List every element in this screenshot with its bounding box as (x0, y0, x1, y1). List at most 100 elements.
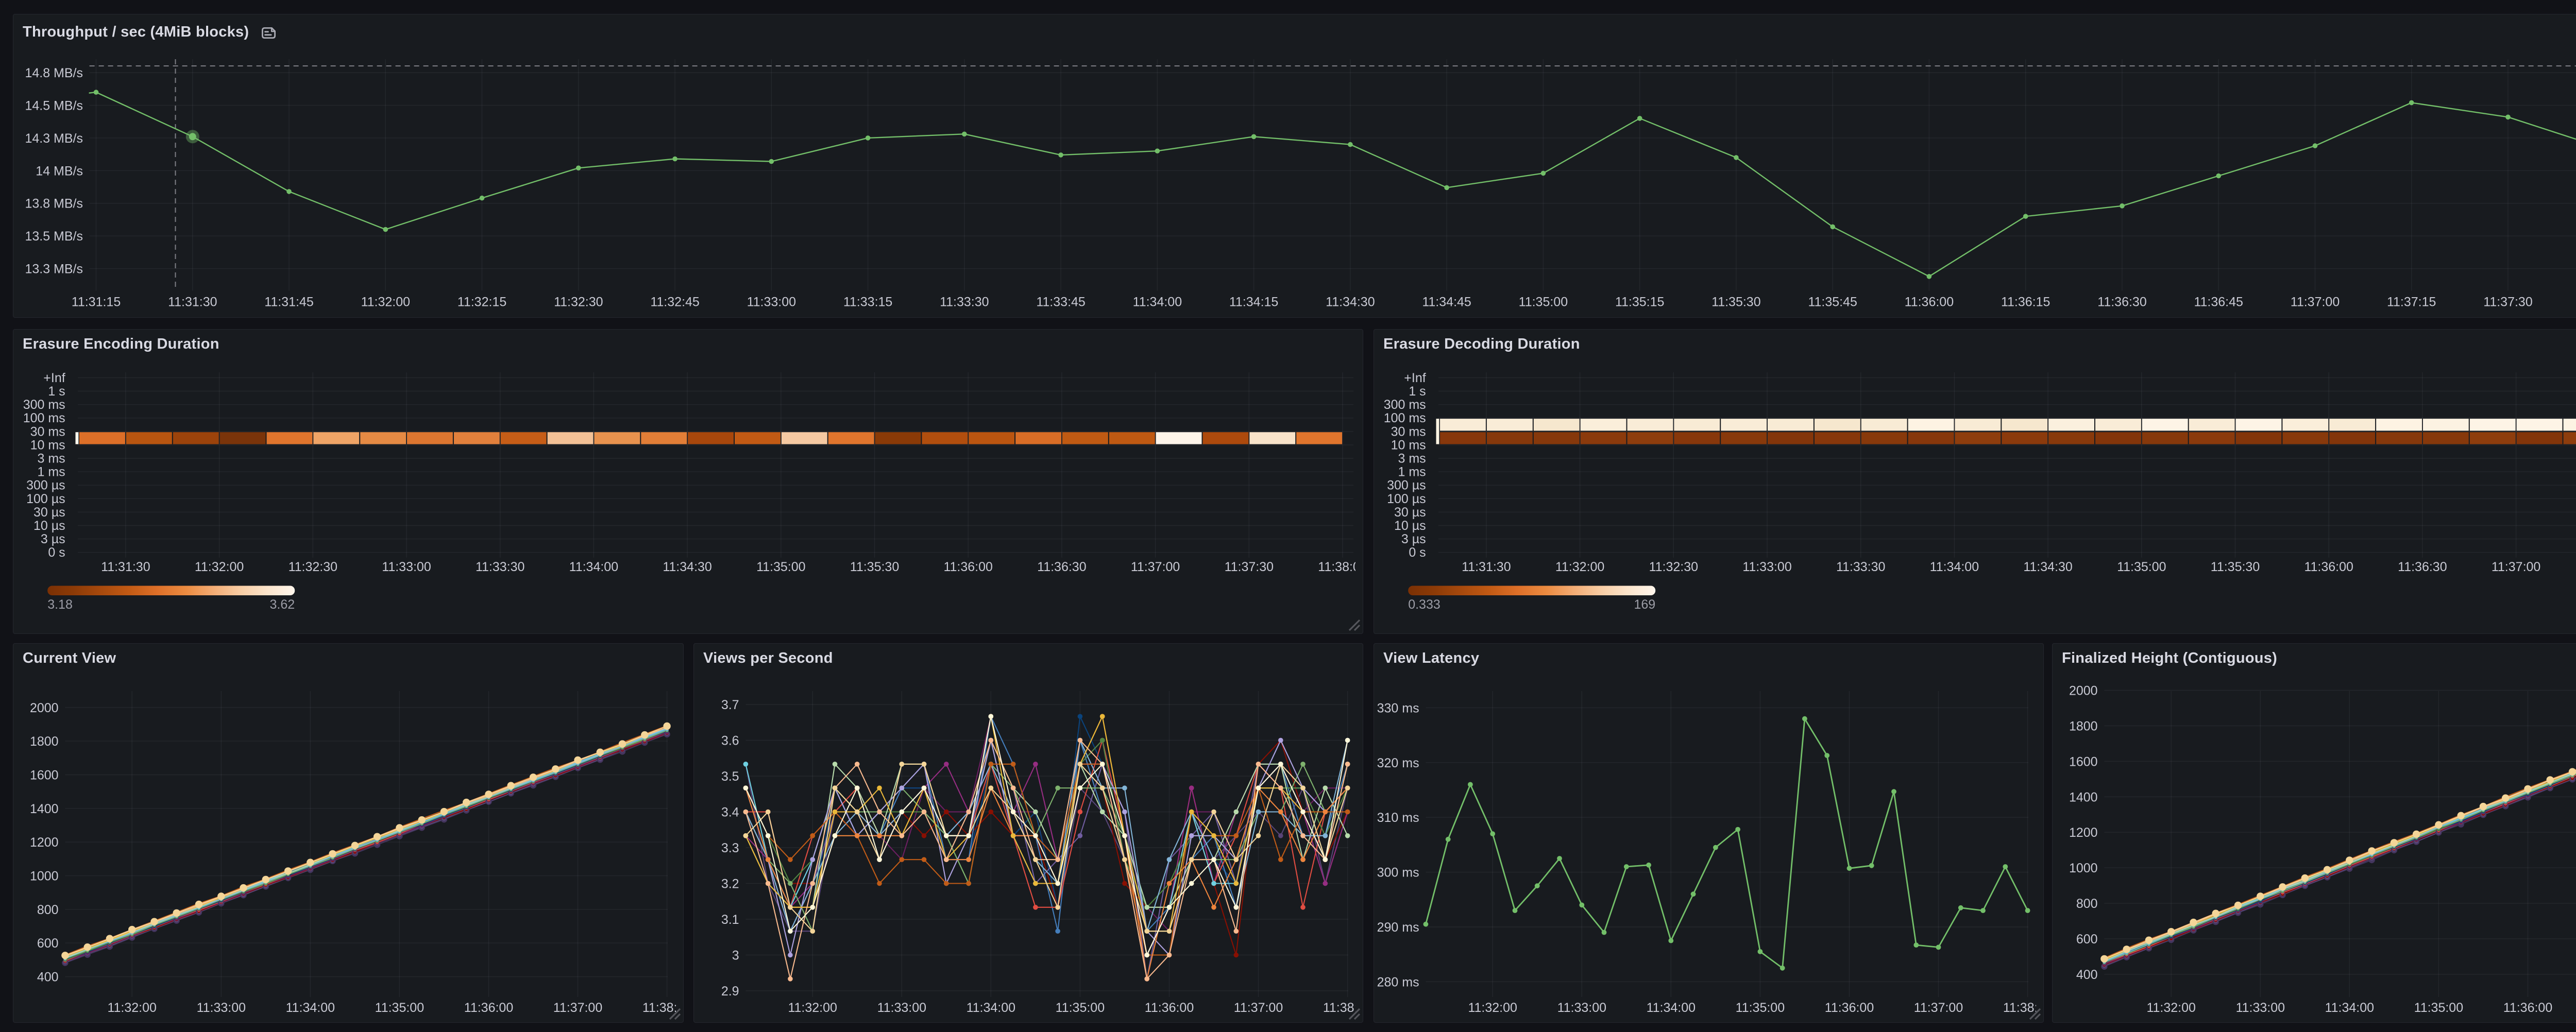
svg-text:1400: 1400 (2069, 790, 2098, 804)
svg-text:3.7: 3.7 (721, 698, 739, 712)
svg-text:310 ms: 310 ms (1377, 811, 1419, 825)
svg-text:1400: 1400 (30, 802, 59, 816)
svg-text:11:36:00: 11:36:00 (1145, 1001, 1194, 1015)
svg-text:11:37:00: 11:37:00 (553, 1001, 602, 1015)
svg-text:0 s: 0 s (1409, 545, 1426, 560)
svg-text:11:34:00: 11:34:00 (967, 1001, 1015, 1015)
svg-text:2000: 2000 (30, 701, 59, 715)
svg-text:14.5 MB/s: 14.5 MB/s (25, 98, 83, 113)
svg-text:11:33:45: 11:33:45 (1036, 295, 1085, 309)
svg-text:3 ms: 3 ms (1398, 452, 1426, 466)
svg-text:1600: 1600 (2069, 754, 2098, 769)
svg-text:11:35:00: 11:35:00 (2117, 560, 2166, 574)
svg-text:11:34:00: 11:34:00 (286, 1001, 335, 1015)
svg-text:11:32:30: 11:32:30 (289, 560, 337, 574)
svg-text:11:37:15: 11:37:15 (2387, 295, 2436, 309)
svg-text:3 µs: 3 µs (41, 532, 65, 546)
svg-text:11:38:00: 11:38:00 (1318, 560, 1355, 574)
svg-text:100 ms: 100 ms (23, 411, 65, 425)
svg-text:11:35:00: 11:35:00 (2414, 1001, 2463, 1015)
svg-text:3.2: 3.2 (721, 877, 739, 891)
svg-text:1 ms: 1 ms (38, 465, 65, 479)
svg-text:11:34:00: 11:34:00 (1647, 1001, 1696, 1015)
svg-text:11:35:00: 11:35:00 (1519, 295, 1568, 309)
svg-text:400: 400 (37, 970, 59, 985)
svg-text:3 ms: 3 ms (38, 452, 65, 466)
svg-text:0 s: 0 s (48, 545, 65, 560)
svg-text:11:36:00: 11:36:00 (1905, 295, 1954, 309)
svg-text:+Inf: +Inf (43, 371, 65, 385)
svg-text:11:35:00: 11:35:00 (756, 560, 805, 574)
svg-text:13.3 MB/s: 13.3 MB/s (25, 262, 83, 277)
svg-text:11:35:00: 11:35:00 (375, 1001, 424, 1015)
svg-text:300 ms: 300 ms (1377, 866, 1419, 880)
svg-text:11:37:00: 11:37:00 (2291, 295, 2340, 309)
svg-text:3.6: 3.6 (721, 734, 739, 748)
svg-text:11:37:00: 11:37:00 (1914, 1001, 1963, 1015)
svg-text:11:31:30: 11:31:30 (168, 295, 217, 309)
svg-text:11:36:45: 11:36:45 (2194, 295, 2243, 309)
svg-text:11:33:15: 11:33:15 (843, 295, 892, 309)
svg-text:2.9: 2.9 (721, 984, 739, 999)
svg-text:11:37:30: 11:37:30 (2483, 295, 2532, 309)
svg-text:11:37:00: 11:37:00 (2492, 560, 2540, 574)
svg-text:11:34:00: 11:34:00 (2325, 1001, 2374, 1015)
svg-text:11:33:00: 11:33:00 (382, 560, 431, 574)
svg-text:14.8 MB/s: 14.8 MB/s (25, 66, 83, 80)
svg-text:11:33:00: 11:33:00 (2236, 1001, 2285, 1015)
svg-text:1 s: 1 s (48, 384, 65, 399)
svg-text:11:33:00: 11:33:00 (197, 1001, 246, 1015)
svg-text:11:31:30: 11:31:30 (1462, 560, 1511, 574)
svg-text:11:36:00: 11:36:00 (464, 1001, 513, 1015)
svg-text:3 µs: 3 µs (1401, 532, 1426, 546)
svg-text:11:35:30: 11:35:30 (2211, 560, 2260, 574)
svg-text:330 ms: 330 ms (1377, 701, 1419, 715)
svg-text:3.3: 3.3 (721, 841, 739, 855)
svg-text:11:33:00: 11:33:00 (1742, 560, 1791, 574)
svg-text:30 ms: 30 ms (1391, 424, 1426, 439)
svg-text:169: 169 (1634, 597, 1655, 612)
svg-text:11:32:00: 11:32:00 (195, 560, 244, 574)
svg-text:1 ms: 1 ms (1398, 465, 1426, 479)
svg-text:11:35:30: 11:35:30 (1711, 295, 1760, 309)
svg-text:600: 600 (37, 936, 59, 951)
svg-text:11:31:45: 11:31:45 (264, 295, 313, 309)
svg-text:11:34:00: 11:34:00 (1133, 295, 1182, 309)
svg-text:11:32:30: 11:32:30 (1649, 560, 1698, 574)
svg-text:300 ms: 300 ms (23, 398, 65, 412)
svg-text:800: 800 (37, 903, 59, 917)
svg-text:290 ms: 290 ms (1377, 920, 1419, 935)
svg-text:11:36:30: 11:36:30 (2398, 560, 2447, 574)
svg-text:+Inf: +Inf (1404, 371, 1426, 385)
svg-text:11:32:00: 11:32:00 (2146, 1001, 2195, 1015)
svg-text:11:34:00: 11:34:00 (569, 560, 618, 574)
svg-text:320 ms: 320 ms (1377, 756, 1419, 770)
svg-text:11:32:00: 11:32:00 (361, 295, 410, 309)
svg-text:1000: 1000 (2069, 861, 2098, 875)
svg-text:11:32:30: 11:32:30 (554, 295, 603, 309)
svg-text:11:31:15: 11:31:15 (72, 295, 121, 309)
svg-text:100 ms: 100 ms (1384, 411, 1426, 425)
svg-text:11:35:00: 11:35:00 (1736, 1001, 1785, 1015)
svg-text:11:33:30: 11:33:30 (1836, 560, 1885, 574)
svg-text:3.4: 3.4 (721, 805, 739, 820)
svg-text:1600: 1600 (30, 768, 59, 783)
svg-text:800: 800 (2076, 897, 2098, 911)
svg-text:11:33:00: 11:33:00 (1557, 1001, 1606, 1015)
svg-text:30 µs: 30 µs (33, 505, 65, 520)
svg-text:10 µs: 10 µs (33, 519, 65, 533)
svg-text:11:34:45: 11:34:45 (1422, 295, 1471, 309)
svg-text:11:35:30: 11:35:30 (850, 560, 899, 574)
svg-text:30 µs: 30 µs (1394, 505, 1426, 520)
svg-text:11:32:00: 11:32:00 (788, 1001, 837, 1015)
svg-text:11:37:30: 11:37:30 (1225, 560, 1274, 574)
svg-text:11:31:30: 11:31:30 (101, 560, 150, 574)
svg-text:400: 400 (2076, 968, 2098, 982)
svg-text:1 s: 1 s (1409, 384, 1426, 399)
svg-text:1000: 1000 (30, 869, 59, 884)
svg-text:11:36:00: 11:36:00 (2304, 560, 2353, 574)
svg-text:300 µs: 300 µs (1387, 478, 1426, 493)
svg-text:11:36:30: 11:36:30 (2097, 295, 2146, 309)
svg-text:300 µs: 300 µs (26, 478, 65, 493)
svg-text:11:34:30: 11:34:30 (1326, 295, 1375, 309)
